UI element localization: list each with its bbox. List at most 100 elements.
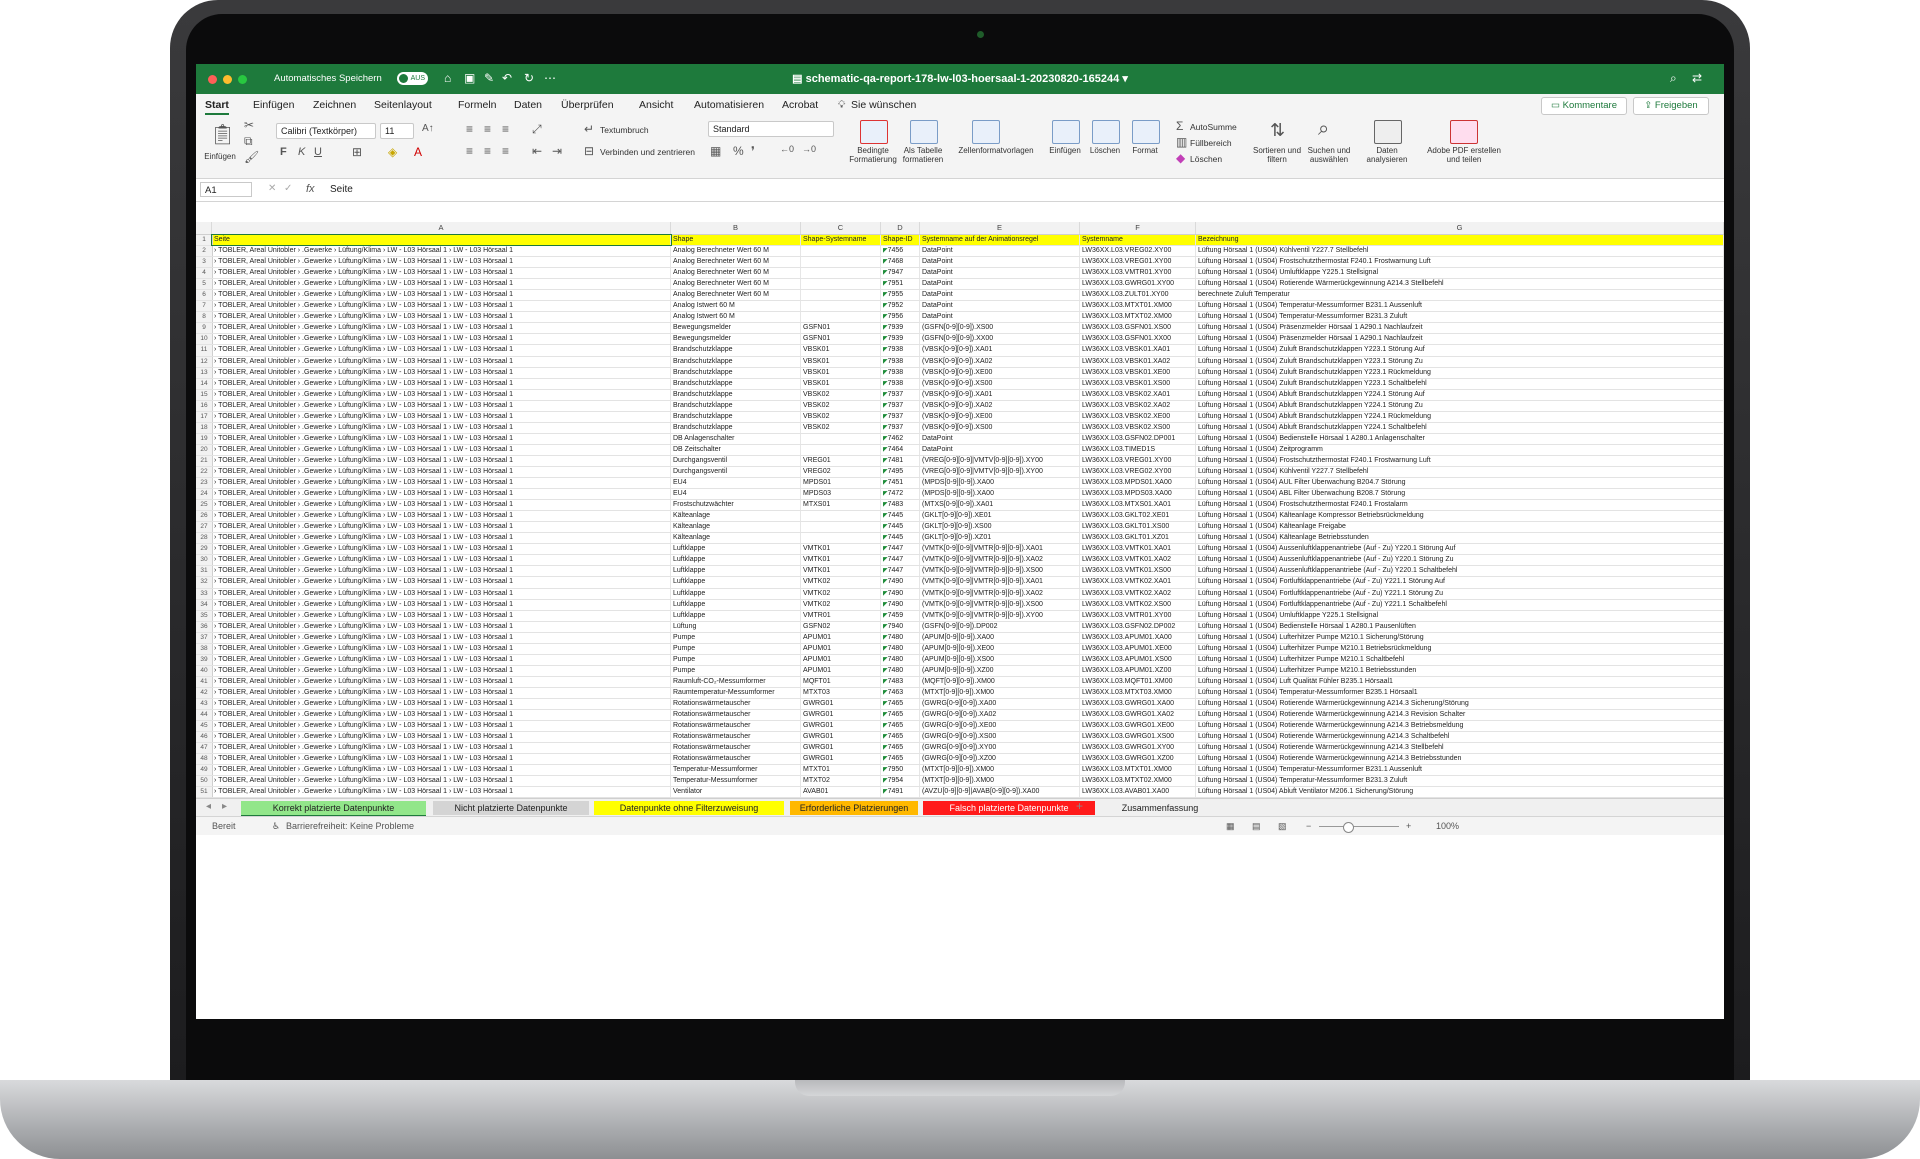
header-cell[interactable]: Shape xyxy=(671,235,801,246)
table-cell[interactable]: LW36XX.L03.VMTK01.XS00 xyxy=(1080,566,1196,577)
header-cell[interactable]: Systemname xyxy=(1080,235,1196,246)
fill-icon[interactable]: ▥ xyxy=(1176,135,1187,149)
table-cell[interactable]: Pumpe xyxy=(671,643,801,654)
table-cell[interactable] xyxy=(801,312,881,323)
table-cell[interactable]: ◤7939 xyxy=(881,334,920,345)
row-number[interactable]: 6 xyxy=(196,290,213,301)
table-cell[interactable]: (GWRG[0-9][0-9]).XA00 xyxy=(920,698,1080,710)
table-cell[interactable]: (VBSK[0-9][0-9]).XA01 xyxy=(920,389,1080,400)
row-number[interactable]: 2 xyxy=(196,246,213,257)
name-box[interactable]: A1 xyxy=(200,182,252,197)
table-cell[interactable]: (APUM[0-9][0-9]).XS00 xyxy=(920,654,1080,665)
clipboard-icon[interactable]: 📋︎ xyxy=(210,122,235,147)
table-cell[interactable]: VBSK02 xyxy=(801,389,881,400)
table-cell[interactable]: › TOBLER, Areal Unitobler › .Gewerke › L… xyxy=(212,478,671,489)
table-cell[interactable]: ◤7465 xyxy=(881,710,920,721)
row-number[interactable]: 16 xyxy=(196,400,213,411)
table-cell[interactable]: LW36XX.L03.GSFN02.DP002 xyxy=(1080,621,1196,632)
currency-icon[interactable]: ▦ xyxy=(710,144,721,158)
table-cell[interactable] xyxy=(801,279,881,290)
table-cell[interactable]: LW36XX.L03.VMTK02.XS00 xyxy=(1080,599,1196,610)
table-cell[interactable]: Lüftung Hörsaal 1 (US04) Zuluft Brandsch… xyxy=(1196,378,1724,389)
table-cell[interactable] xyxy=(801,433,881,444)
table-cell[interactable]: (VBSK[0-9][0-9]).XA02 xyxy=(920,400,1080,411)
table-cell[interactable]: LW36XX.L03.GWRG01.XZ00 xyxy=(1080,754,1196,765)
table-cell[interactable]: DataPoint xyxy=(920,312,1080,323)
table-cell[interactable]: ◤7951 xyxy=(881,279,920,290)
row-number[interactable]: 27 xyxy=(196,522,213,533)
table-cell[interactable]: Lüftung Hörsaal 1 (US04) Kühlventil Y227… xyxy=(1196,466,1724,478)
table-cell[interactable]: LW36XX.L03.GWRG01.XS00 xyxy=(1080,732,1196,743)
table-cell[interactable]: DataPoint xyxy=(920,246,1080,257)
table-cell[interactable]: berechnete Zuluft Temperatur xyxy=(1196,290,1724,301)
table-cell[interactable]: (VBSK[0-9][0-9]).XE00 xyxy=(920,367,1080,378)
table-cell[interactable]: LW36XX.L03.VREG02.XY00 xyxy=(1080,466,1196,478)
row-number[interactable]: 22 xyxy=(196,466,213,478)
format-cells-label[interactable]: Format xyxy=(1124,146,1166,155)
table-cell[interactable]: › TOBLER, Areal Unitobler › .Gewerke › L… xyxy=(212,301,671,312)
table-cell[interactable]: (MTXS[0-9][0-9]).XA01 xyxy=(920,500,1080,511)
table-cell[interactable]: (GWRG[0-9][0-9]).XA02 xyxy=(920,710,1080,721)
table-cell[interactable]: Lüftung Hörsaal 1 (US04) Rotierende Wärm… xyxy=(1196,743,1724,754)
table-cell[interactable]: ◤7447 xyxy=(881,555,920,566)
table-cell[interactable]: Lüftung Hörsaal 1 (US04) Umluftklappe Y2… xyxy=(1196,610,1724,621)
table-cell[interactable]: Lüftung Hörsaal 1 (US04) Präsenzmelder H… xyxy=(1196,334,1724,345)
table-cell[interactable]: (APUM[0-9][0-9]).XA00 xyxy=(920,632,1080,643)
share-button[interactable]: ⇪ Freigeben xyxy=(1633,97,1709,115)
table-cell[interactable]: › TOBLER, Areal Unitobler › .Gewerke › L… xyxy=(212,599,671,610)
clear-label[interactable]: Löschen xyxy=(1190,154,1222,164)
table-cell[interactable]: Lüftung Hörsaal 1 (US04) Lufterhitzer Pu… xyxy=(1196,654,1724,665)
format-painter-icon[interactable]: 🖌︎ xyxy=(244,150,259,164)
table-cell[interactable]: LW36XX.L03.VMTK02.XA01 xyxy=(1080,577,1196,588)
table-cell[interactable]: › TOBLER, Areal Unitobler › .Gewerke › L… xyxy=(212,665,671,676)
table-cell[interactable] xyxy=(801,290,881,301)
table-cell[interactable]: LW36XX.L03.APUM01.XS00 xyxy=(1080,654,1196,665)
row-number[interactable]: 9 xyxy=(196,323,213,334)
table-cell[interactable]: Lüftung Hörsaal 1 (US04) Lufterhitzer Pu… xyxy=(1196,643,1724,654)
table-cell[interactable]: ◤7939 xyxy=(881,323,920,334)
table-cell[interactable]: APUM01 xyxy=(801,654,881,665)
sheet-tab[interactable]: Datenpunkte ohne Filterzuweisung xyxy=(594,801,784,815)
page-break-icon[interactable]: ▧ xyxy=(1278,821,1287,832)
table-cell[interactable]: ◤7952 xyxy=(881,301,920,312)
table-cell[interactable]: Brandschutzklappe xyxy=(671,400,801,411)
table-cell[interactable]: ◤7447 xyxy=(881,544,920,555)
table-cell[interactable]: Lüftung Hörsaal 1 (US04) Abluft Brandsch… xyxy=(1196,422,1724,433)
table-cell[interactable]: ◤7938 xyxy=(881,367,920,378)
table-cell[interactable]: ◤7480 xyxy=(881,654,920,665)
align-middle-icon[interactable]: ≡ xyxy=(484,122,491,136)
table-cell[interactable]: LW36XX.L03.MTXT03.XM00 xyxy=(1080,687,1196,698)
table-cell[interactable]: Analog Berechneter Wert 60 M xyxy=(671,246,801,257)
table-cell[interactable]: › TOBLER, Areal Unitobler › .Gewerke › L… xyxy=(212,246,671,257)
table-cell[interactable]: › TOBLER, Areal Unitobler › .Gewerke › L… xyxy=(212,500,671,511)
table-cell[interactable]: VBSK01 xyxy=(801,367,881,378)
table-cell[interactable]: (VMTK[0-9][0-9]|VMTR[0-9][0-9]).XA02 xyxy=(920,555,1080,566)
align-top-icon[interactable]: ≡ xyxy=(466,122,473,136)
table-cell[interactable]: › TOBLER, Areal Unitobler › .Gewerke › L… xyxy=(212,411,671,422)
table-cell[interactable]: Luftklappe xyxy=(671,588,801,599)
row-number[interactable]: 11 xyxy=(196,345,213,356)
table-cell[interactable]: › TOBLER, Areal Unitobler › .Gewerke › L… xyxy=(212,621,671,632)
table-cell[interactable] xyxy=(801,301,881,312)
select-all-corner[interactable] xyxy=(196,222,212,234)
table-cell[interactable]: (VMTK[0-9][0-9]|VMTR[0-9][0-9]).XA01 xyxy=(920,577,1080,588)
font-family-select[interactable]: Calibri (Textkörper) xyxy=(276,123,376,139)
table-cell[interactable]: (VBSK[0-9][0-9]).XS00 xyxy=(920,422,1080,433)
table-cell[interactable]: › TOBLER, Areal Unitobler › .Gewerke › L… xyxy=(212,356,671,367)
table-cell[interactable]: Lüftung Hörsaal 1 (US04) Kälteanlage Bet… xyxy=(1196,533,1724,544)
row-number[interactable]: 47 xyxy=(196,743,213,754)
table-cell[interactable]: LW36XX.L03.AVAB01.XA00 xyxy=(1080,787,1196,798)
table-cell[interactable]: Lüftung Hörsaal 1 (US04) Lufterhitzer Pu… xyxy=(1196,632,1724,643)
sort-filter-icon[interactable]: ⇅ xyxy=(1270,120,1285,141)
table-cell[interactable]: VMTK02 xyxy=(801,577,881,588)
table-cell[interactable]: VREG01 xyxy=(801,455,881,466)
table-cell[interactable]: LW36XX.L03.VBSK01.XS00 xyxy=(1080,378,1196,389)
confirm-icon[interactable]: ✓ xyxy=(284,183,292,194)
table-cell[interactable]: ◤7465 xyxy=(881,698,920,710)
table-cell[interactable]: Lüftung Hörsaal 1 (US04) Fortluftklappen… xyxy=(1196,588,1724,599)
table-cell[interactable]: LW36XX.L03.MTXT01.XM00 xyxy=(1080,765,1196,776)
table-cell[interactable]: › TOBLER, Areal Unitobler › .Gewerke › L… xyxy=(212,743,671,754)
table-cell[interactable]: ◤7451 xyxy=(881,478,920,489)
table-cell[interactable] xyxy=(801,522,881,533)
font-size-select[interactable]: 11 xyxy=(380,123,414,139)
